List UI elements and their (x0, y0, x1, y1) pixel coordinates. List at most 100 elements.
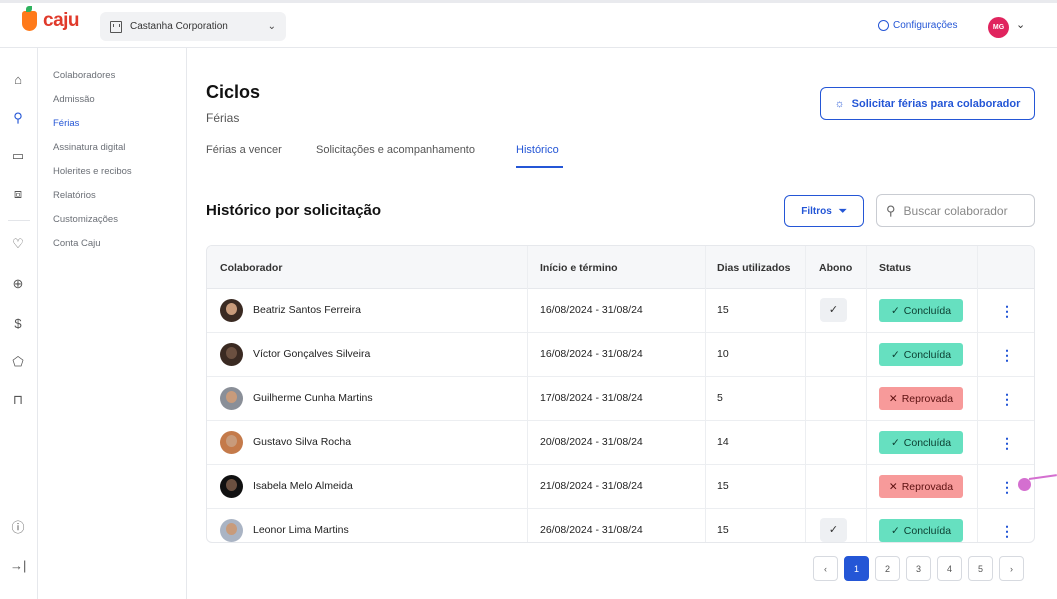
tab-historico[interactable]: Histórico (516, 144, 559, 156)
sidebar-item-conta-caju[interactable]: Conta Caju (53, 238, 101, 249)
row-actions-kebab-icon[interactable]: ⋮ (1000, 433, 1014, 453)
table-row[interactable]: Isabela Melo Almeida 21/08/2024 - 31/08/… (207, 465, 1034, 509)
table-row[interactable]: Beatriz Santos Ferreira 16/08/2024 - 31/… (207, 289, 1034, 333)
sidebar-item-assinatura[interactable]: Assinatura digital (53, 142, 125, 153)
card-icon[interactable]: ▭ (10, 148, 26, 164)
home-icon[interactable]: ⌂ (10, 72, 26, 88)
row-actions-kebab-icon[interactable]: ⋮ (1000, 521, 1014, 541)
header-colaborador[interactable]: Colaborador (220, 262, 282, 274)
employee-name: Guilherme Cunha Martins (253, 392, 373, 404)
check-icon: ✓ (890, 348, 900, 361)
table-row[interactable]: Guilherme Cunha Martins 17/08/2024 - 31/… (207, 377, 1034, 421)
tab-ferias-a-vencer[interactable]: Férias a vencer (206, 144, 282, 156)
gift-icon[interactable]: ⊕ (10, 276, 26, 292)
dollar-box-icon[interactable]: ⧈ (10, 186, 26, 202)
user-menu-chevron-icon[interactable]: ⌄ (1016, 18, 1025, 31)
tab-solicitacoes[interactable]: Solicitações e acompanhamento (316, 144, 475, 156)
request-vacation-label: Solicitar férias para colaborador (851, 97, 1021, 110)
caju-logo-icon (22, 6, 37, 31)
avatar (220, 299, 243, 322)
user-avatar[interactable]: MG (988, 17, 1009, 38)
row-actions-kebab-icon[interactable]: ⋮ (1000, 389, 1014, 409)
status-badge: ✓ Concluída (879, 431, 963, 454)
header-dias-utilizados[interactable]: Dias utilizados (717, 262, 791, 274)
filters-button[interactable]: Filtros ⏷ (784, 195, 864, 227)
gear-icon (878, 20, 889, 31)
days-cell: 14 (717, 436, 729, 448)
period-cell: 17/08/2024 - 31/08/24 (540, 392, 643, 404)
request-vacation-button[interactable]: ☼ Solicitar férias para colaborador (820, 87, 1035, 120)
sidebar-item-customizacoes[interactable]: Customizações (53, 214, 118, 225)
building-icon (110, 20, 122, 33)
logo-text: caju (43, 10, 80, 31)
header-inicio-termino[interactable]: Início e término (540, 262, 618, 274)
company-name: Castanha Corporation (130, 21, 228, 32)
avatar (220, 475, 243, 498)
status-badge: ✓ Concluída (879, 343, 963, 366)
company-selector[interactable]: Castanha Corporation ⌄ (100, 12, 286, 41)
table-row[interactable]: Gustavo Silva Rocha 20/08/2024 - 31/08/2… (207, 421, 1034, 465)
top-bar: caju Castanha Corporation ⌄ Configuraçõe… (0, 0, 1057, 48)
status-label: Concluída (903, 524, 952, 537)
chevron-down-icon: ⌄ (267, 21, 276, 32)
section-title: Histórico por solicitação (206, 202, 382, 219)
heart-icon[interactable]: ♡ (10, 236, 26, 252)
dollar-icon[interactable]: $ (10, 316, 26, 332)
header-status[interactable]: Status (879, 262, 911, 274)
close-icon: ✕ (888, 392, 898, 405)
pagination: ‹ 1 2 3 4 5 › (813, 556, 1024, 581)
cursor-indicator (1018, 478, 1031, 491)
table-row[interactable]: Leonor Lima Martins 26/08/2024 - 31/08/2… (207, 509, 1034, 542)
status-label: Reprovada (901, 392, 954, 405)
sidebar-item-relatorios[interactable]: Relatórios (53, 190, 96, 201)
icon-rail: ⌂ ⚲ ▭ ⧈ ♡ ⊕ $ ⬠ ⊓ ⓘ →| (0, 48, 38, 599)
check-icon: ✓ (890, 524, 900, 537)
page-button-1[interactable]: 1 (844, 556, 869, 581)
check-icon: ✓ (890, 304, 900, 317)
avatar (220, 519, 243, 542)
tag-icon[interactable]: ⬠ (10, 354, 26, 370)
users-icon[interactable]: ⚲ (10, 110, 26, 126)
sidebar-item-holerites[interactable]: Holerites e recibos (53, 166, 132, 177)
avatar (220, 431, 243, 454)
employee-name: Isabela Melo Almeida (253, 480, 353, 492)
settings-link[interactable]: Configurações (878, 20, 957, 31)
days-cell: 10 (717, 348, 729, 360)
history-table: Colaborador Início e término Dias utiliz… (206, 245, 1035, 543)
row-actions-kebab-icon[interactable]: ⋮ (1000, 477, 1014, 497)
funnel-icon: ⏷ (838, 205, 847, 217)
prev-page-chevron-icon[interactable]: ‹ (813, 556, 838, 581)
page-title: Ciclos (206, 82, 261, 102)
page-button-5[interactable]: 5 (968, 556, 993, 581)
row-actions-kebab-icon[interactable]: ⋮ (1000, 301, 1014, 321)
sidebar-subnav: Colaboradores Admissão Férias Assinatura… (38, 48, 187, 599)
caju-logo[interactable]: caju (22, 6, 80, 32)
collapse-icon[interactable]: →| (10, 558, 26, 574)
status-badge: ✕ Reprovada (879, 387, 963, 410)
days-cell: 15 (717, 524, 729, 536)
days-cell: 15 (717, 480, 729, 492)
help-icon[interactable]: ⓘ (10, 520, 26, 536)
rail-divider (8, 220, 30, 221)
period-cell: 26/08/2024 - 31/08/24 (540, 524, 643, 536)
row-actions-kebab-icon[interactable]: ⋮ (1000, 345, 1014, 365)
sidebar-item-ferias[interactable]: Férias (53, 118, 79, 129)
bag-icon[interactable]: ⊓ (10, 392, 26, 408)
search-box: ⚲ (876, 194, 1035, 227)
table-row[interactable]: Víctor Gonçalves Silveira 16/08/2024 - 3… (207, 333, 1034, 377)
employee-name: Víctor Gonçalves Silveira (253, 348, 371, 360)
search-input[interactable] (903, 203, 1019, 218)
search-icon: ⚲ (886, 202, 896, 218)
period-cell: 16/08/2024 - 31/08/24 (540, 348, 643, 360)
next-page-chevron-icon[interactable]: › (999, 556, 1024, 581)
sidebar-item-admissao[interactable]: Admissão (53, 94, 95, 105)
filters-label: Filtros (801, 205, 832, 217)
page-button-2[interactable]: 2 (875, 556, 900, 581)
period-cell: 21/08/2024 - 31/08/24 (540, 480, 643, 492)
active-tab-indicator (516, 166, 563, 168)
header-abono[interactable]: Abono (819, 262, 852, 274)
sidebar-item-colaboradores[interactable]: Colaboradores (53, 70, 115, 81)
page-button-4[interactable]: 4 (937, 556, 962, 581)
status-badge: ✓ Concluída (879, 299, 963, 322)
page-button-3[interactable]: 3 (906, 556, 931, 581)
